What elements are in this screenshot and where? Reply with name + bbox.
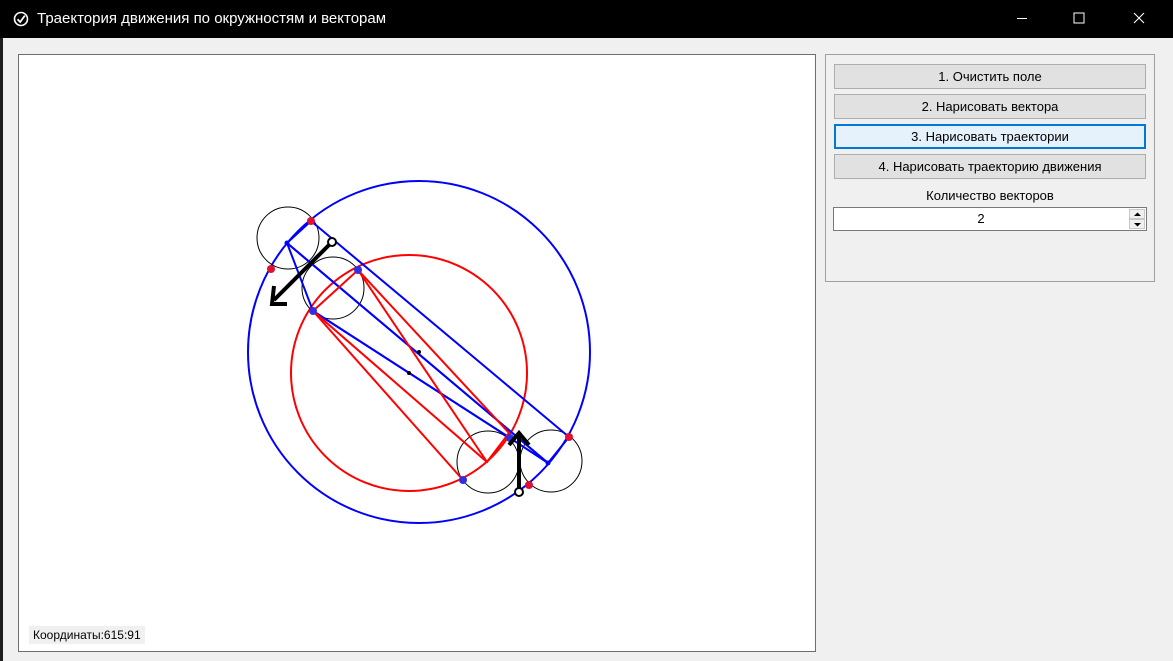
chevron-down-icon (1134, 223, 1141, 227)
draw-motion-button[interactable]: 4. Нарисовать траекторию движения (834, 154, 1146, 179)
control-panel: 1. Очистить поле 2. Нарисовать вектора 3… (825, 54, 1155, 282)
maximize-button[interactable] (1057, 0, 1103, 38)
center-dot (417, 350, 421, 354)
title-bar: Траектория движения по окружностям и век… (0, 0, 1173, 38)
coordinates-label: Координаты:615:91 (29, 626, 145, 644)
vector-start-1 (327, 237, 337, 247)
red-trajectory-line (312, 310, 464, 481)
window-frame (0, 38, 3, 661)
vectors-count-label: Количество векторов (926, 188, 1054, 203)
red-point (307, 217, 315, 225)
drawing-canvas[interactable]: Координаты:615:91 (18, 54, 816, 652)
blue-point (545, 460, 551, 466)
trajectory-drawing (247, 180, 591, 524)
spin-down-button[interactable] (1129, 219, 1145, 229)
red-point (525, 481, 533, 489)
draw-trajectories-button[interactable]: 3. Нарисовать траектории (834, 124, 1146, 149)
vectors-count-spinner[interactable]: 2 (833, 207, 1147, 231)
clear-button[interactable]: 1. Очистить поле (834, 64, 1146, 89)
blue-point (354, 266, 362, 274)
app-icon (13, 11, 29, 27)
draw-vectors-button[interactable]: 2. Нарисовать вектора (834, 94, 1146, 119)
window-title: Траектория движения по окружностям и век… (37, 10, 387, 27)
close-icon (1133, 12, 1145, 24)
center-dot (407, 371, 411, 375)
vectors-count-value[interactable]: 2 (834, 208, 1128, 230)
chevron-up-icon (1134, 212, 1141, 216)
close-button[interactable] (1117, 0, 1163, 38)
maximize-icon (1073, 12, 1085, 24)
blue-point (459, 476, 467, 484)
spin-up-button[interactable] (1129, 209, 1145, 219)
vector-start-2 (514, 487, 524, 497)
minimize-button[interactable] (1000, 0, 1046, 38)
red-trajectory-band (311, 268, 511, 464)
minimize-icon (1017, 18, 1027, 19)
blue-trajectory-line (312, 310, 511, 439)
red-point (565, 433, 573, 441)
red-point (267, 265, 275, 273)
vector-circle (256, 206, 320, 270)
blue-point (309, 307, 317, 315)
blue-point (284, 240, 290, 246)
